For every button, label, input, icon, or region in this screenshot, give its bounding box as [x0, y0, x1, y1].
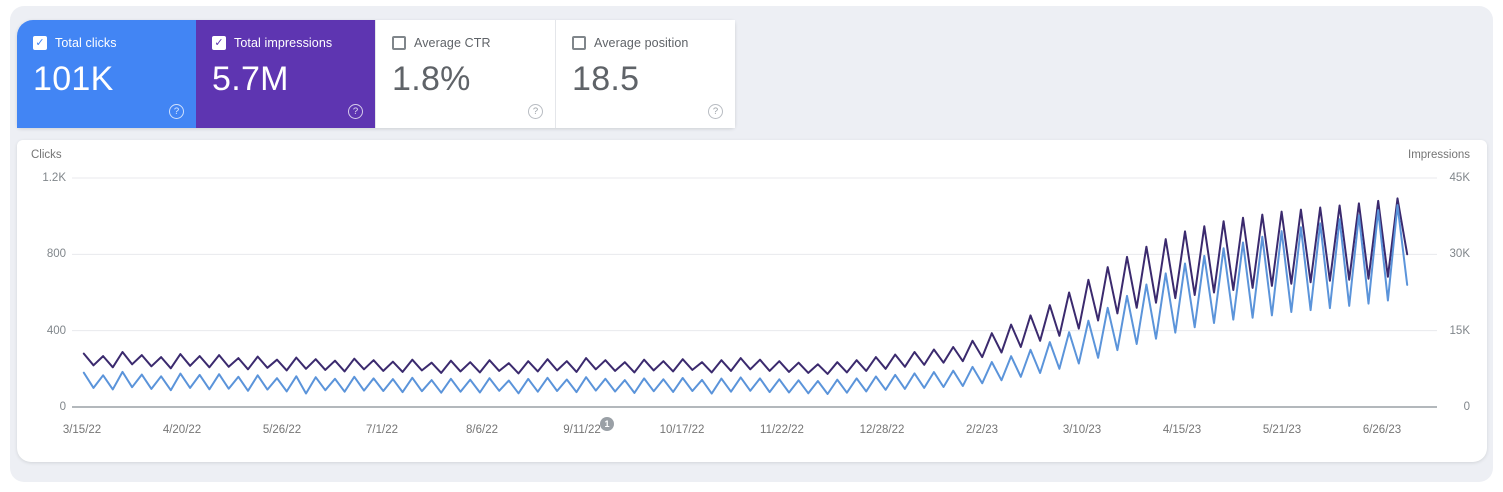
metric-card-value: 18.5 — [572, 60, 640, 98]
checkbox-unchecked-icon[interactable] — [392, 36, 406, 50]
checkbox-checked-icon[interactable]: ✓ — [212, 36, 226, 50]
metric-card-label: Average position — [594, 36, 689, 50]
metric-card-label: Average CTR — [414, 36, 491, 50]
report-canvas: ✓ Total clicks 101K ? ✓ Total impression… — [10, 6, 1493, 482]
date-tick-label: 7/1/22 — [366, 424, 398, 436]
metric-card-label: Total impressions — [234, 36, 333, 50]
checkbox-checked-icon[interactable]: ✓ — [33, 36, 47, 50]
metric-card-total-clicks[interactable]: ✓ Total clicks 101K ? — [17, 20, 196, 128]
axis-tick-label: 30K — [1449, 248, 1470, 261]
date-tick-label: 5/26/22 — [262, 424, 302, 436]
metric-card-value: 101K — [33, 60, 114, 98]
metric-card-value: 1.8% — [392, 60, 471, 98]
performance-chart-svg[interactable] — [17, 140, 1487, 462]
date-tick-label: 6/26/23 — [1362, 424, 1402, 436]
axis-tick-label: 0 — [59, 401, 66, 413]
help-icon[interactable]: ? — [528, 104, 543, 119]
axis-tick-label: 0 — [1463, 401, 1470, 413]
metric-card-label: Total clicks — [55, 36, 117, 50]
date-tick-label: 12/28/22 — [859, 424, 905, 436]
date-tick-label: 3/10/23 — [1062, 424, 1102, 436]
date-tick-label: 3/15/22 — [62, 424, 102, 436]
help-icon[interactable]: ? — [348, 104, 363, 119]
checkbox-unchecked-icon[interactable] — [572, 36, 586, 50]
date-tick-label: 8/6/22 — [466, 424, 498, 436]
date-tick-label: 4/20/22 — [162, 424, 202, 436]
axis-tick-label: 1.2K — [42, 172, 66, 184]
help-icon[interactable]: ? — [169, 104, 184, 119]
date-tick-label: 9/11/22 — [563, 424, 601, 436]
axis-tick-label: 15K — [1449, 324, 1470, 337]
metric-card-value: 5.7M — [212, 60, 289, 98]
annotation-badge[interactable]: 1 — [600, 417, 614, 431]
axis-tick-label: 45K — [1449, 172, 1470, 184]
date-tick-label: 5/21/23 — [1262, 424, 1302, 436]
performance-chart-panel: Clicks Impressions 3/15/22 4/20/22 5/26/22… — [17, 140, 1487, 462]
metric-card-average-ctr[interactable]: Average CTR 1.8% ? — [375, 20, 555, 128]
metric-cards-row: ✓ Total clicks 101K ? ✓ Total impression… — [17, 20, 735, 128]
help-icon[interactable]: ? — [708, 104, 723, 119]
axis-tick-label: 800 — [46, 248, 66, 261]
date-tick-label: 2/2/23 — [966, 424, 998, 436]
metric-card-average-position[interactable]: Average position 18.5 ? — [555, 20, 735, 128]
axis-tick-label: 400 — [46, 324, 66, 337]
date-tick-label: 10/17/22 — [659, 424, 705, 436]
date-tick-label: 11/22/22 — [760, 424, 804, 436]
metric-card-total-impressions[interactable]: ✓ Total impressions 5.7M ? — [196, 20, 375, 128]
date-tick-label: 4/15/23 — [1162, 424, 1202, 436]
